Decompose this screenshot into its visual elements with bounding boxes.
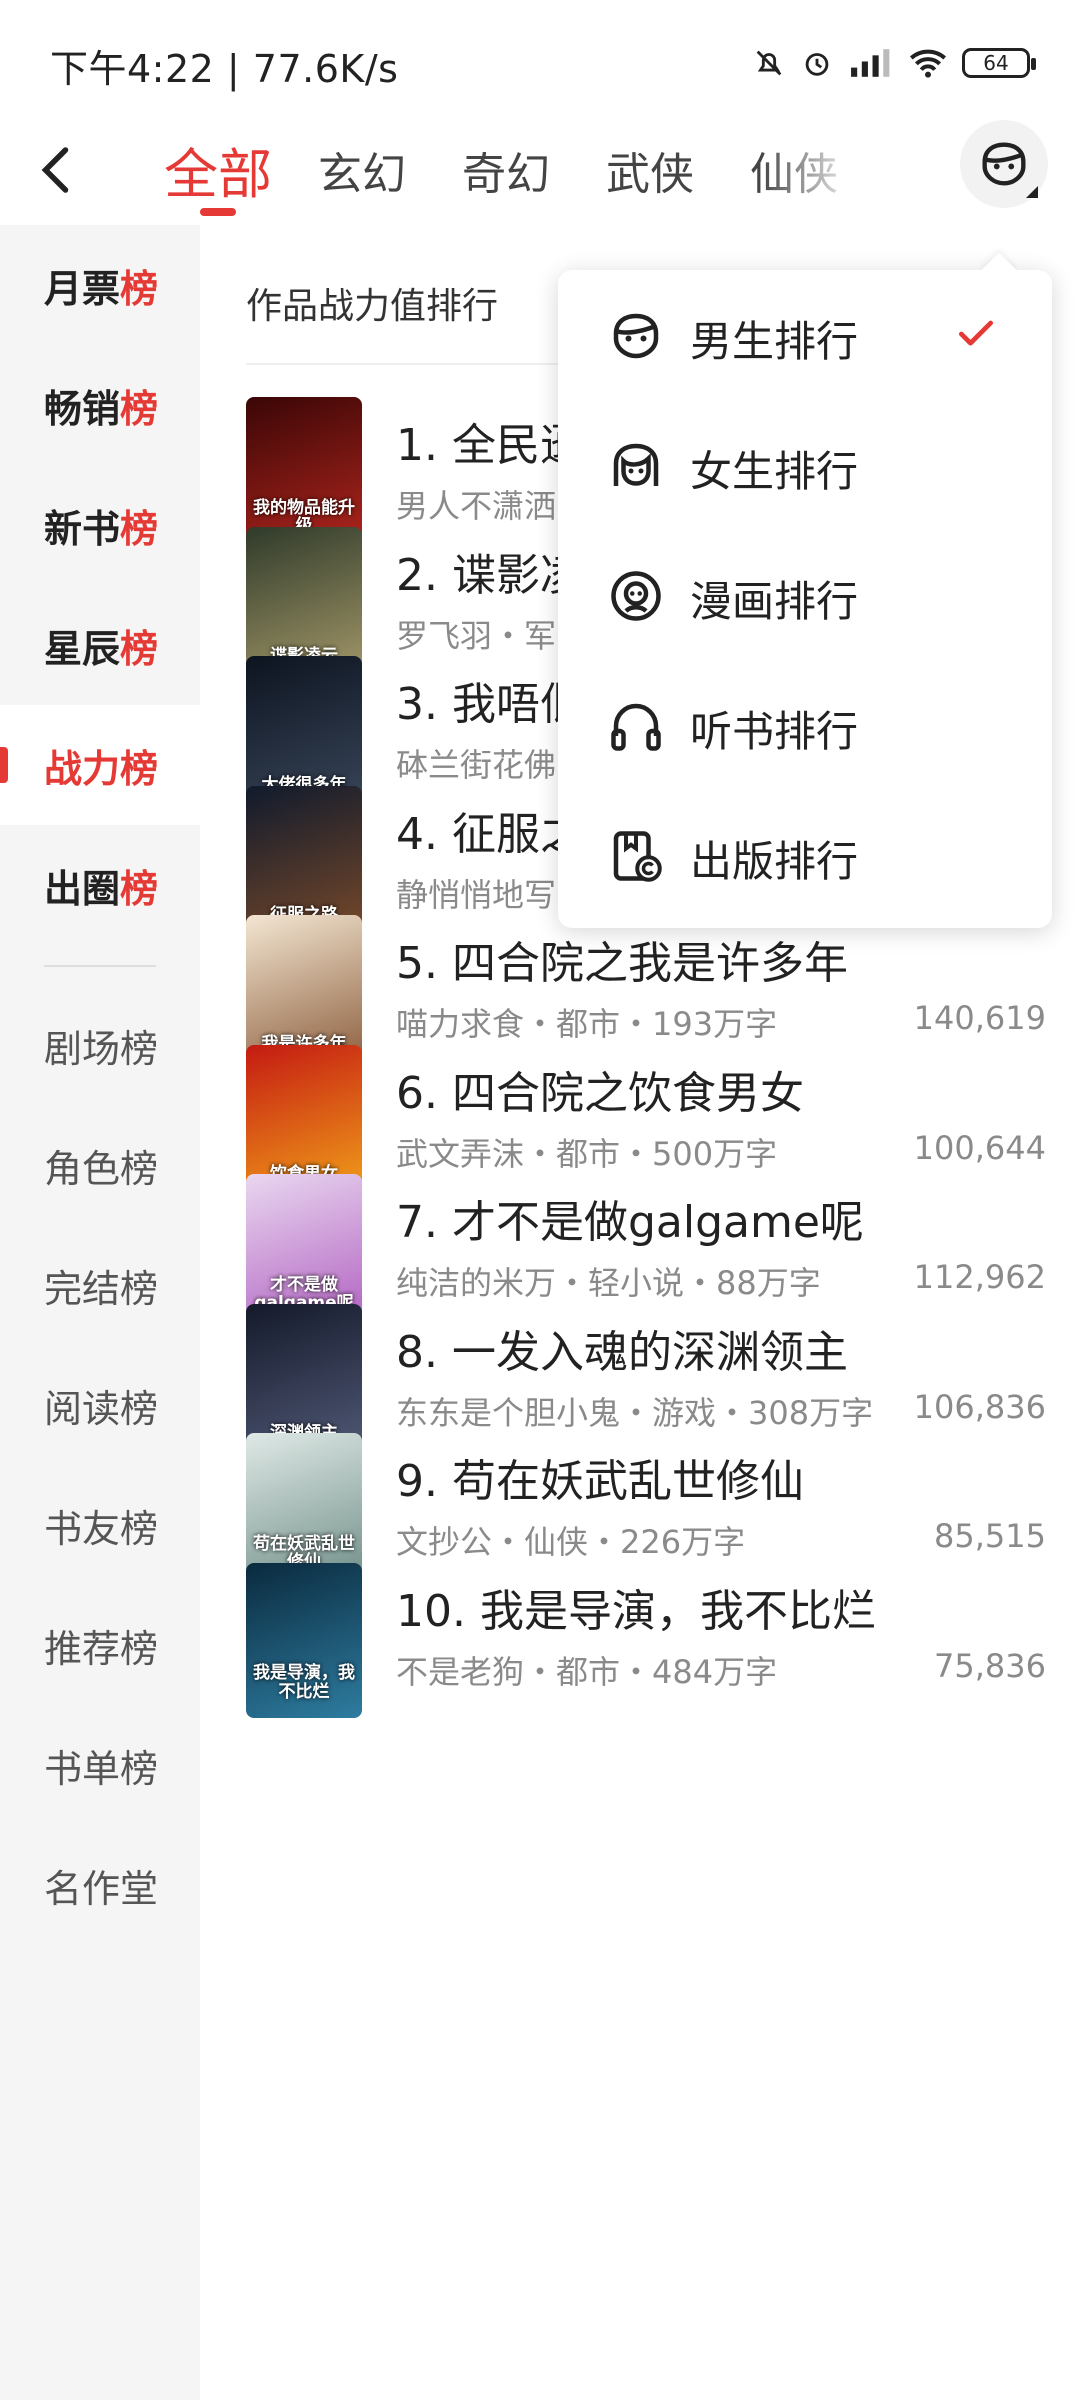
tab-wuxia[interactable]: 武侠 (606, 138, 694, 202)
dropdown-item-female[interactable]: 女生排行 (558, 400, 1052, 530)
book-meta: 武文弄沫・都市・500万字 (396, 1134, 778, 1173)
sidebar-item-booklists[interactable]: 书单榜 (0, 1705, 200, 1825)
sidebar-item-stars[interactable]: 星辰榜 (0, 585, 200, 705)
book-meta: 喵力求食・都市・193万字 (396, 1005, 778, 1043)
category-tabs: 全部 玄幻 奇幻 武侠 仙侠 都 (160, 120, 940, 225)
book-power-score: 106,836 (913, 1387, 1046, 1426)
mute-bell-icon (756, 50, 782, 76)
tab-qihuan[interactable]: 奇幻 (462, 138, 550, 202)
book-meta: 不是老狗・都市・484万字 (396, 1652, 778, 1691)
active-tab-indicator (200, 208, 236, 216)
dropdown-item-comic[interactable]: 漫画排行 (558, 530, 1052, 660)
book-power-score: 112,962 (913, 1258, 1046, 1296)
sidebar-item-theater[interactable]: 剧场榜 (0, 985, 200, 1105)
book-row[interactable]: 我是导演，我不比烂 10. 我是导演，我不比烂不是老狗・都市・484万字 75,83… (246, 1562, 1046, 1723)
dropdown-label-comic: 漫画排行 (690, 577, 859, 626)
sidebar-item-characters[interactable]: 角色榜 (0, 1105, 200, 1225)
sidebar-item-readers[interactable]: 书友榜 (0, 1465, 200, 1585)
sidebar-divider (44, 965, 156, 967)
wifi-icon (910, 49, 946, 78)
sidebar-item-monthly-ticket[interactable]: 月票榜 (0, 225, 200, 345)
dropdown-item-audio[interactable]: 听书排行 (558, 660, 1052, 790)
ranking-type-dropdown: 男生排行 女生排行 漫画排行 听书排行 出版排行 (558, 270, 1052, 928)
dropdown-item-male[interactable]: 男生排行 (558, 270, 1052, 400)
comic-icon (611, 571, 661, 621)
sidebar-item-breakout[interactable]: 出圈榜 (0, 825, 200, 945)
book-meta: 男人不潇洒 (396, 487, 557, 525)
sidebar-item-completed[interactable]: 完结榜 (0, 1225, 200, 1345)
signal-icon (851, 49, 890, 77)
boy-face-icon (613, 313, 659, 359)
ranking-type-switch-button[interactable] (960, 120, 1048, 208)
book-meta: 文抄公・仙侠・226万字 (396, 1523, 746, 1561)
book-power-score: 85,515 (934, 1517, 1046, 1555)
sidebar-item-recommended[interactable]: 推荐榜 (0, 1585, 200, 1705)
book-meta: 东东是个胆小鬼・游戏・308万字 (396, 1393, 874, 1432)
ranking-sidebar: 月票榜 畅销榜 新书榜 星辰榜 战力榜 出圈榜 剧场榜 角色榜 完结榜 阅读榜 … (0, 225, 200, 2400)
book-cover[interactable]: 我是导演，我不比烂 (246, 1562, 362, 1718)
sidebar-item-hall-of-fame[interactable]: 名作堂 (0, 1825, 200, 1945)
dropdown-label-female: 女生排行 (690, 447, 859, 496)
sidebar-item-new-books[interactable]: 新书榜 (0, 465, 200, 585)
boy-face-icon (982, 142, 1026, 186)
book-meta: 罗飞羽・军 (396, 616, 557, 655)
book-title[interactable]: 10. 我是导演，我不比烂 (396, 1575, 876, 1639)
sidebar-item-bestseller[interactable]: 畅销榜 (0, 345, 200, 465)
girl-face-icon (613, 443, 659, 486)
top-navigation: 全部 玄幻 奇幻 武侠 仙侠 都 (0, 120, 1080, 225)
tab-all[interactable]: 全部 (164, 130, 272, 209)
headphones-icon (611, 703, 661, 751)
section-title: 作品战力值排行 (246, 286, 499, 327)
book-power-score: 100,644 (913, 1128, 1046, 1167)
status-bar: 下午4:22 | 77.6K/s 64 (0, 0, 1080, 120)
dropdown-label-male: 男生排行 (690, 317, 859, 366)
publish-icon (613, 831, 662, 882)
dropdown-item-publish[interactable]: 出版排行 (558, 790, 1052, 920)
tab-xuanhuan[interactable]: 玄幻 (318, 138, 406, 202)
book-title[interactable]: 5. 四合院之我是许多年 (396, 927, 848, 991)
book-title[interactable]: 1. 全民逊 (396, 409, 584, 473)
book-power-score: 140,619 (913, 999, 1046, 1037)
book-cover-text: 我是导演，我不比烂 (253, 1663, 355, 1702)
book-title[interactable]: 8. 一发入魂的深渊领主 (396, 1316, 848, 1380)
book-title[interactable]: 6. 四合院之饮食男女 (396, 1057, 804, 1121)
book-meta: 纯洁的米万・轻小说・88万字 (396, 1264, 821, 1302)
back-arrow-icon[interactable] (28, 140, 88, 200)
status-time-speed: 下午4:22 | 77.6K/s (50, 47, 399, 91)
book-power-score: 75,836 (934, 1646, 1046, 1685)
book-title[interactable]: 3. 我唔仳 (396, 668, 584, 732)
dropdown-corner-indicator (1026, 186, 1038, 198)
book-meta: 砵兰街花佛 (396, 746, 557, 784)
battery-indicator: 64 (962, 48, 1036, 78)
sidebar-item-power[interactable]: 战力榜 (0, 705, 200, 825)
alarm-icon (805, 53, 829, 76)
book-title[interactable]: 2. 谍影凌 (396, 539, 584, 603)
book-title[interactable]: 7. 才不是做galgame呢 (396, 1186, 864, 1250)
checkmark-icon (958, 320, 994, 346)
book-title[interactable]: 9. 苟在妖武乱世修仙 (396, 1445, 804, 1509)
sidebar-item-reading[interactable]: 阅读榜 (0, 1345, 200, 1465)
dropdown-label-audio: 听书排行 (690, 707, 859, 756)
tabs-fade (760, 120, 940, 225)
status-icons: 64 (752, 38, 1036, 88)
dropdown-label-publish: 出版排行 (690, 837, 859, 886)
